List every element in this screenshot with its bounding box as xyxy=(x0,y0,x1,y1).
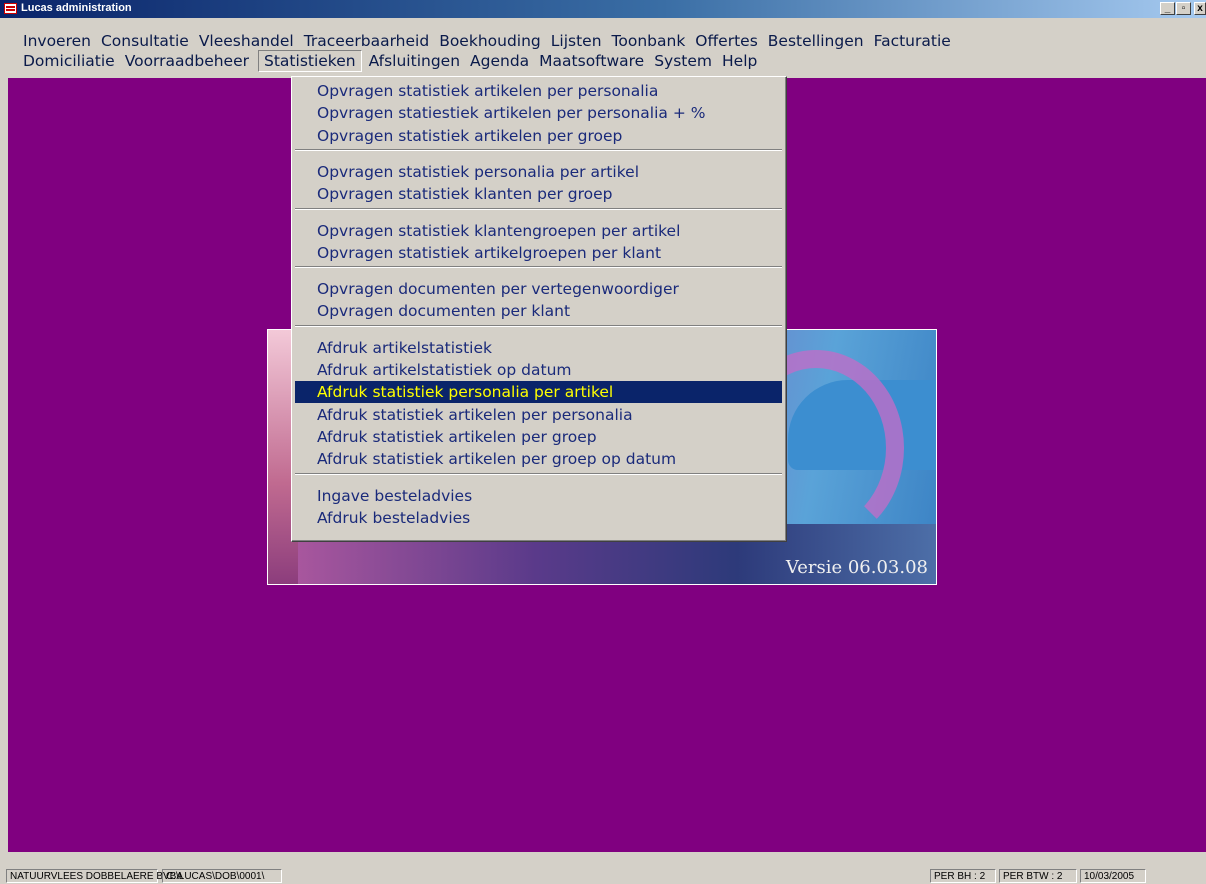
menu-voorraadbeheer[interactable]: Voorraadbeheer xyxy=(120,51,254,71)
status-per-bh: PER BH : 2 xyxy=(930,869,996,883)
menu-option-opvragen-statistiek-klanten-per-groep[interactable]: Opvragen statistiek klanten per groep xyxy=(295,183,782,205)
menu-domiciliatie[interactable]: Domiciliatie xyxy=(18,51,120,71)
menu-separator xyxy=(295,266,782,269)
menu-option-afdruk-besteladvies[interactable]: Afdruk besteladvies xyxy=(295,507,782,529)
menu-separator xyxy=(295,207,782,210)
status-path: C:\LUCAS\DOB\0001\ xyxy=(162,869,282,883)
window-title: Lucas administration xyxy=(21,2,132,14)
menu-row-1: Invoeren Consultatie Vleeshandel Traceerbaa… xyxy=(18,30,956,52)
menu-option-opvragen-statistiek-artikelen-per-groep[interactable]: Opvragen statistiek artikelen per groep xyxy=(295,125,782,147)
menu-option-opvragen-documenten-per-klant[interactable]: Opvragen documenten per klant xyxy=(295,300,782,322)
menu-traceerbaarheid[interactable]: Traceerbaarheid xyxy=(299,31,434,51)
menu-row-2: Domiciliatie Voorraadbeheer Statistieken Af… xyxy=(18,50,762,72)
menu-invoeren[interactable]: Invoeren xyxy=(18,31,96,51)
version-label: Versie 06.03.08 xyxy=(785,557,928,578)
status-per-btw: PER BTW : 2 xyxy=(999,869,1077,883)
status-date: 10/03/2005 xyxy=(1080,869,1146,883)
title-bar[interactable]: Lucas administration _ ▫ x xyxy=(0,0,1206,18)
menu-agenda[interactable]: Agenda xyxy=(465,51,534,71)
menu-option-afdruk-statistiek-personalia-per-artikel[interactable]: Afdruk statistiek personalia per artikel xyxy=(295,381,782,404)
menu-maatsoftware[interactable]: Maatsoftware xyxy=(534,51,649,71)
menu-option-opvragen-statistiek-artikelgroepen-per-klant[interactable]: Opvragen statistiek artikelgroepen per k… xyxy=(295,242,782,264)
menu-option-opvragen-documenten-per-vertegenwoordiger[interactable]: Opvragen documenten per vertegenwoordige… xyxy=(295,278,782,300)
menu-option-opvragen-statistiek-artikelen-per-personalia[interactable]: Opvragen statistiek artikelen per person… xyxy=(295,80,782,102)
status-company: NATUURVLEES DOBBELAERE BVBA xyxy=(6,869,183,883)
status-bar: NATUURVLEES DOBBELAERE BVBA C:\LUCAS\DOB… xyxy=(0,852,1206,883)
menu-facturatie[interactable]: Facturatie xyxy=(869,31,956,51)
menu-afsluitingen[interactable]: Afsluitingen xyxy=(364,51,465,71)
menu-option-afdruk-statistiek-artikelen-per-personalia[interactable]: Afdruk statistiek artikelen per personal… xyxy=(295,404,782,426)
menu-statistieken[interactable]: Statistieken xyxy=(258,50,362,72)
menu-option-opvragen-statistiek-personalia-per-artikel[interactable]: Opvragen statistiek personalia per artik… xyxy=(295,161,782,183)
menu-option-opvragen-statiestiek-artikelen-per-personalia[interactable]: Opvragen statiestiek artikelen per perso… xyxy=(295,102,782,124)
menu-bestellingen[interactable]: Bestellingen xyxy=(763,31,869,51)
menu-bar: Invoeren Consultatie Vleeshandel Traceerbaa… xyxy=(0,18,1206,74)
menu-help[interactable]: Help xyxy=(717,51,762,71)
menu-consultatie[interactable]: Consultatie xyxy=(96,31,194,51)
menu-separator xyxy=(295,148,782,151)
restore-button[interactable]: ▫ xyxy=(1176,2,1191,15)
menu-system[interactable]: System xyxy=(649,51,717,71)
menu-option-afdruk-statistiek-artikelen-per-groep-op-datum[interactable]: Afdruk statistiek artikelen per groep op… xyxy=(295,448,782,470)
menu-toonbank[interactable]: Toonbank xyxy=(607,31,691,51)
minimize-button[interactable]: _ xyxy=(1160,2,1175,15)
menu-separator xyxy=(295,324,782,327)
menu-option-opvragen-statistiek-klantengroepen-per-artikel[interactable]: Opvragen statistiek klantengroepen per a… xyxy=(295,220,782,242)
app-icon[interactable] xyxy=(4,3,17,14)
menu-option-afdruk-artikelstatistiek-op-datum[interactable]: Afdruk artikelstatistiek op datum xyxy=(295,359,782,381)
menu-vleeshandel[interactable]: Vleeshandel xyxy=(194,31,299,51)
menu-option-ingave-besteladvies[interactable]: Ingave besteladvies xyxy=(295,485,782,507)
menu-option-afdruk-statistiek-artikelen-per-groep[interactable]: Afdruk statistiek artikelen per groep xyxy=(295,426,782,448)
menu-separator xyxy=(295,472,782,475)
menu-option-afdruk-artikelstatistiek[interactable]: Afdruk artikelstatistiek xyxy=(295,337,782,359)
menu-offertes[interactable]: Offertes xyxy=(690,31,762,51)
menu-boekhouding[interactable]: Boekhouding xyxy=(434,31,546,51)
statistieken-dropdown-menu: Opvragen statistiek artikelen per person… xyxy=(291,76,787,542)
close-button[interactable]: x xyxy=(1194,2,1206,15)
menu-lijsten[interactable]: Lijsten xyxy=(546,31,607,51)
